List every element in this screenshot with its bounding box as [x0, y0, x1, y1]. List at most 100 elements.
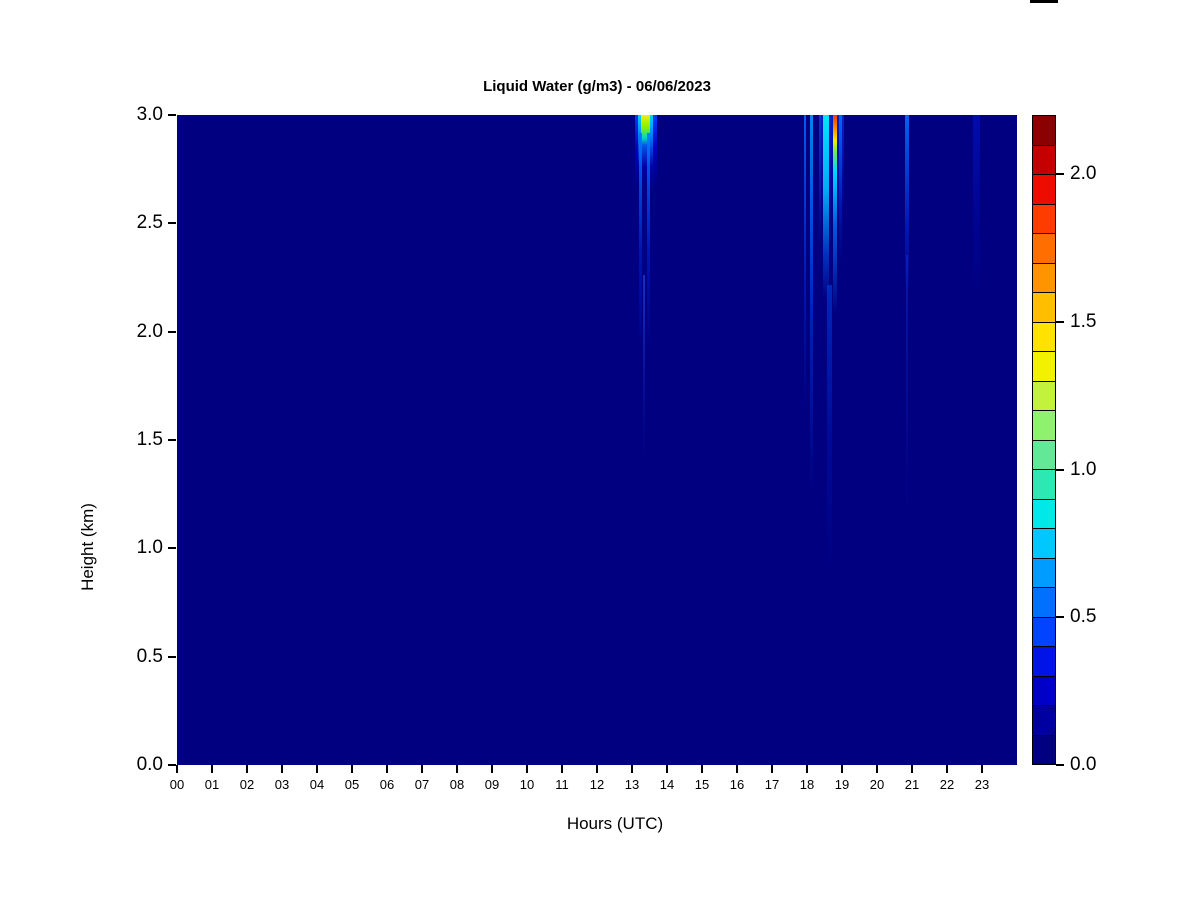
y-tick [168, 439, 176, 441]
x-axis-title: Hours (UTC) [195, 814, 1035, 834]
x-tick-label: 11 [547, 777, 577, 793]
x-tick-label: 04 [302, 777, 332, 793]
colorbar-segment [1033, 618, 1055, 648]
colorbar-segment [1033, 647, 1055, 677]
y-tick [168, 114, 176, 116]
x-tick-label: 02 [232, 777, 262, 793]
x-tick [246, 765, 248, 773]
colorbar-segment [1033, 500, 1055, 530]
y-tick [168, 764, 176, 766]
x-tick-label: 10 [512, 777, 542, 793]
colorbar-segment [1033, 529, 1055, 559]
x-tick [561, 765, 563, 773]
y-tick-label: 3.0 [111, 104, 163, 126]
x-tick [981, 765, 983, 773]
colorbar-segment [1033, 293, 1055, 323]
plume-layer [804, 115, 806, 415]
x-tick-label: 16 [722, 777, 752, 793]
x-tick [351, 765, 353, 773]
colorbar-segment [1033, 205, 1055, 235]
x-tick [281, 765, 283, 773]
plume-layer [973, 115, 980, 300]
plume-layer [833, 115, 837, 315]
x-tick [386, 765, 388, 773]
x-tick-label: 17 [757, 777, 787, 793]
colorbar-tick [1056, 321, 1064, 323]
x-tick-label: 19 [827, 777, 857, 793]
colorbar-segment [1033, 323, 1055, 353]
x-tick [806, 765, 808, 773]
x-tick-label: 09 [477, 777, 507, 793]
x-tick [946, 765, 948, 773]
colorbar-segment [1033, 706, 1055, 736]
plume-layer [823, 115, 829, 300]
colorbar-tick [1056, 616, 1064, 618]
x-tick-label: 15 [687, 777, 717, 793]
x-tick [421, 765, 423, 773]
colorbar-segment [1033, 677, 1055, 707]
x-tick [526, 765, 528, 773]
x-tick [876, 765, 878, 773]
y-axis-title: Height (km) [78, 503, 98, 591]
colorbar-segment [1033, 470, 1055, 500]
clipped-colorbar-edge-mark [1030, 0, 1058, 3]
x-tick [596, 765, 598, 773]
x-tick [701, 765, 703, 773]
x-tick-label: 22 [932, 777, 962, 793]
x-tick-label: 14 [652, 777, 682, 793]
colorbar-tick [1056, 469, 1064, 471]
y-tick [168, 547, 176, 549]
colorbar-tick-label: 2.0 [1070, 163, 1130, 185]
x-tick-label: 18 [792, 777, 822, 793]
x-tick-label: 03 [267, 777, 297, 793]
colorbar-segment [1033, 736, 1055, 765]
plume-layer [839, 115, 842, 265]
y-tick [168, 656, 176, 658]
liquid-water-heatmap-figure: Liquid Water (g/m3) - 06/06/2023 3.02.52… [0, 0, 1200, 900]
colorbar-segment [1033, 234, 1055, 264]
colorbar-tick-label: 1.0 [1070, 459, 1130, 481]
chart-title: Liquid Water (g/m3) - 06/06/2023 [177, 78, 1017, 95]
x-tick-label: 21 [897, 777, 927, 793]
plume-layer [827, 285, 832, 575]
plume-layer [819, 115, 821, 245]
colorbar-segment [1033, 588, 1055, 618]
y-tick-label: 0.5 [111, 646, 163, 668]
x-tick [666, 765, 668, 773]
y-tick [168, 331, 176, 333]
x-tick [911, 765, 913, 773]
colorbar-tick-label: 1.5 [1070, 311, 1130, 333]
colorbar-tick-label: 0.5 [1070, 606, 1130, 628]
colorbar-segment [1033, 559, 1055, 589]
x-tick-label: 00 [162, 777, 192, 793]
colorbar-tick-label: 0.0 [1070, 754, 1130, 776]
plume-layer [906, 255, 908, 525]
y-tick [168, 222, 176, 224]
colorbar-tick [1056, 764, 1064, 766]
colorbar-segment [1033, 441, 1055, 471]
x-tick-label: 06 [372, 777, 402, 793]
x-tick-label: 23 [967, 777, 997, 793]
colorbar-segment [1033, 264, 1055, 294]
x-tick [736, 765, 738, 773]
y-tick-label: 2.0 [111, 321, 163, 343]
x-tick [491, 765, 493, 773]
x-tick-label: 01 [197, 777, 227, 793]
x-tick-label: 20 [862, 777, 892, 793]
x-tick-label: 13 [617, 777, 647, 793]
x-tick [176, 765, 178, 773]
plume-layer [643, 275, 645, 465]
x-tick [771, 765, 773, 773]
colorbar-segment [1033, 175, 1055, 205]
y-tick-label: 1.0 [111, 537, 163, 559]
plume-layer [639, 133, 642, 348]
colorbar-segment [1033, 352, 1055, 382]
plume-layer [810, 115, 813, 495]
x-tick-label: 07 [407, 777, 437, 793]
colorbar-segment [1033, 116, 1055, 146]
y-tick-label: 1.5 [111, 429, 163, 451]
x-tick-label: 05 [337, 777, 367, 793]
plume-layer [647, 133, 650, 348]
x-tick [841, 765, 843, 773]
x-tick [211, 765, 213, 773]
